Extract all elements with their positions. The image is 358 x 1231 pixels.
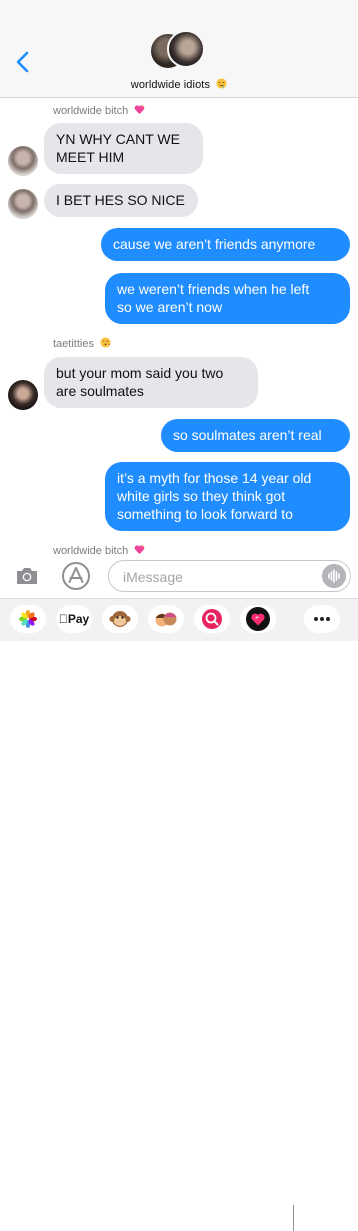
audio-waveform-icon[interactable] (322, 564, 346, 588)
conversation-header: worldwide idiots (0, 0, 358, 98)
outgoing-message-bubble[interactable]: we weren’t friends when he left so we ar… (105, 273, 350, 324)
message-thread[interactable]: worldwide bitch YN WHY CANT WE MEET HIM … (0, 97, 358, 555)
photos-app-icon[interactable] (10, 605, 46, 633)
animoji-monkey-icon[interactable] (102, 605, 138, 633)
magnifier-globe-icon (202, 609, 222, 629)
heart-touch-icon (246, 607, 270, 631)
message-line: something to look forward to (117, 506, 293, 522)
camera-icon[interactable] (14, 563, 40, 589)
imessage-app-drawer: Pay (0, 598, 358, 1231)
apple-pay-text: Pay (63, 612, 89, 626)
message-input-field[interactable] (108, 560, 351, 592)
message-line: so we aren’t now (117, 299, 223, 315)
more-apps-icon[interactable] (304, 605, 340, 633)
message-line: but your mom said you two (56, 365, 224, 381)
message-line: YN WHY CANT WE (56, 131, 180, 147)
drooling-face-emoji-icon (216, 78, 227, 89)
message-line: we weren’t friends when he left (117, 281, 310, 297)
incoming-message-bubble[interactable]: YN WHY CANT WE MEET HIM (44, 123, 203, 174)
incoming-message-bubble[interactable]: I BET HES SO NICE (44, 184, 198, 217)
message-line: it’s a myth for those 14 year old (117, 470, 312, 486)
apple-pay-label: Pay (56, 612, 92, 626)
message-line: so soulmates aren’t real (173, 427, 322, 443)
message-input[interactable] (121, 567, 315, 587)
sender-name: worldwide bitch (53, 104, 145, 117)
sender-name: taetitties (53, 337, 111, 350)
kissing-face-emoji-icon (100, 337, 111, 348)
photos-flower-icon (19, 610, 37, 628)
group-avatar-2 (167, 30, 205, 68)
message-line: I BET HES SO NICE (56, 192, 185, 208)
drawer-divider (293, 1205, 294, 1231)
images-search-icon[interactable] (194, 605, 230, 633)
digital-touch-icon[interactable] (240, 605, 276, 633)
outgoing-message-bubble[interactable]: so soulmates aren’t real (161, 419, 350, 452)
compose-bar (0, 555, 358, 598)
group-title[interactable]: worldwide idiots (0, 78, 358, 91)
message-line: white girls so they think got (117, 488, 286, 504)
message-line: are soulmates (56, 383, 144, 399)
contact-avatar[interactable] (8, 146, 38, 176)
contact-avatar[interactable] (8, 380, 38, 410)
sender-name: worldwide bitch (53, 544, 145, 555)
contact-avatar[interactable] (8, 189, 38, 219)
memoji-faces-icon (155, 612, 177, 627)
group-title-text: worldwide idiots (130, 79, 211, 91)
ellipsis-icon (314, 617, 330, 621)
memoji-icon[interactable] (148, 605, 184, 633)
message-line: cause we aren’t friends anymore (113, 236, 316, 252)
message-line: MEET HIM (56, 149, 125, 165)
group-avatars[interactable] (149, 30, 211, 72)
sparkling-heart-emoji-icon (134, 544, 145, 555)
incoming-message-bubble[interactable]: but your mom said you two are soulmates (44, 357, 258, 408)
app-store-icon[interactable] (61, 561, 91, 591)
outgoing-message-bubble[interactable]: it’s a myth for those 14 year old white … (105, 462, 350, 531)
sparkling-heart-emoji-icon (134, 104, 145, 115)
apple-logo-icon:  (59, 612, 68, 626)
sender-name-text: worldwide bitch (53, 105, 129, 117)
outgoing-message-bubble[interactable]: cause we aren’t friends anymore (101, 228, 350, 261)
sender-name-text: worldwide bitch (53, 545, 129, 555)
monkey-face-icon (109, 611, 131, 627)
sender-name-text: taetitties (53, 338, 94, 350)
apple-pay-app[interactable]: Pay (56, 605, 92, 633)
back-chevron-icon[interactable] (13, 50, 33, 74)
